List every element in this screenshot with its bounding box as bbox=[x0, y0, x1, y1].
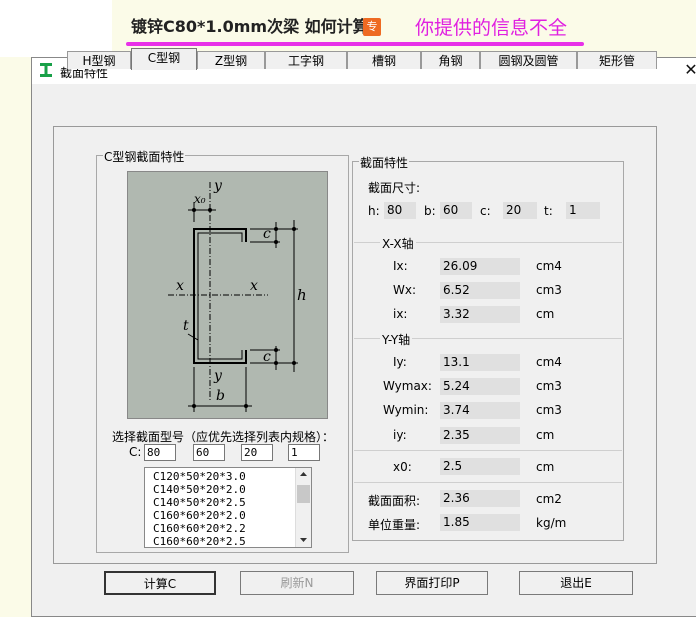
xx-title: X-X轴 bbox=[380, 235, 416, 252]
diagram-label-c-bottom: c bbox=[263, 349, 271, 365]
area-divider bbox=[354, 482, 622, 483]
list-item[interactable]: C140*50*20*2.0 bbox=[153, 483, 246, 496]
diagram-label-x-right: x bbox=[250, 278, 258, 294]
refresh-button[interactable]: 刷新N bbox=[240, 571, 354, 595]
diagram-label-y-top: y bbox=[214, 178, 222, 194]
print-button[interactable]: 界面打印P bbox=[376, 571, 488, 595]
tab-h-steel[interactable]: H型钢 bbox=[67, 51, 131, 69]
tab-rect-tube[interactable]: 矩形管 bbox=[577, 51, 657, 69]
wx-label: Wx: bbox=[393, 283, 417, 297]
ix-radius-value: 3.32 bbox=[440, 306, 520, 323]
calculate-button[interactable]: 计算C bbox=[104, 571, 216, 595]
weight-label: 单位重量: bbox=[368, 518, 421, 532]
tab-c-steel[interactable]: C型钢 bbox=[131, 48, 197, 70]
exit-button[interactable]: 退出E bbox=[519, 571, 633, 595]
wx-value: 6.52 bbox=[440, 282, 520, 299]
dim-h-value: 80 bbox=[384, 202, 416, 219]
wymin-value: 3.74 bbox=[440, 402, 520, 419]
diagram-label-h: h bbox=[297, 286, 307, 304]
weight-unit: kg/m bbox=[536, 516, 567, 530]
tab-z-steel[interactable]: Z型钢 bbox=[197, 51, 265, 69]
list-item[interactable]: C160*60*20*2.2 bbox=[153, 522, 246, 535]
ix-value: 26.09 bbox=[440, 258, 520, 275]
ix-radius-unit: cm bbox=[536, 307, 555, 321]
iy-label: Iy: bbox=[393, 355, 407, 369]
c-section-diagram: y x₀ c x x h t c y b bbox=[127, 171, 328, 419]
diagram-label-x-left: x bbox=[176, 278, 184, 294]
area-label: 截面面积: bbox=[368, 494, 421, 508]
dim-c-value: 20 bbox=[503, 202, 537, 219]
scrollbar-graphic bbox=[297, 472, 310, 542]
close-button[interactable]: ✕ bbox=[682, 60, 696, 80]
tab-angle[interactable]: 角钢 bbox=[421, 51, 480, 69]
dim-b-label: b: bbox=[424, 204, 436, 218]
x0-label: x0: bbox=[393, 460, 412, 474]
wx-unit: cm3 bbox=[536, 283, 562, 297]
dim-t-label: t: bbox=[544, 204, 553, 218]
select-section-prompt: 选择截面型号（应优先选择列表内规格）： bbox=[112, 430, 335, 444]
area-value: 2.36 bbox=[440, 490, 520, 507]
tab-round-pipe[interactable]: 圆钢及圆管 bbox=[480, 51, 577, 69]
ix-unit: cm4 bbox=[536, 259, 562, 273]
section-listbox[interactable]: C120*50*20*3.0 C140*50*20*2.0 C140*50*20… bbox=[144, 467, 312, 548]
diagram-label-b: b bbox=[216, 388, 225, 404]
area-unit: cm2 bbox=[536, 492, 562, 506]
listbox-scrollbar[interactable] bbox=[295, 468, 311, 547]
yy-title: Y-Y轴 bbox=[380, 331, 413, 348]
input-b[interactable] bbox=[193, 444, 225, 461]
list-item[interactable]: C160*60*20*2.0 bbox=[153, 509, 246, 522]
tab-channel[interactable]: 槽钢 bbox=[347, 51, 421, 69]
c-steel-group-label: C型钢截面特性 bbox=[103, 148, 186, 165]
wymin-label: Wymin: bbox=[383, 403, 429, 417]
wymax-value: 5.24 bbox=[440, 378, 520, 395]
x0-divider bbox=[354, 450, 622, 451]
diagram-label-x0: x₀ bbox=[194, 192, 206, 206]
x0-unit: cm bbox=[536, 460, 555, 474]
banner-left-margin bbox=[0, 0, 112, 57]
properties-group-label: 截面特性 bbox=[359, 154, 410, 171]
c-label: C: bbox=[129, 445, 142, 459]
ix-radius-label: ix: bbox=[393, 307, 408, 321]
input-t[interactable] bbox=[288, 444, 320, 461]
wymax-unit: cm3 bbox=[536, 379, 562, 393]
answer-text: 你提供的信息不全 bbox=[415, 17, 568, 39]
expert-badge: 专 bbox=[363, 18, 381, 36]
diagram-label-c-top: c bbox=[263, 226, 271, 242]
iy-radius-unit: cm bbox=[536, 428, 555, 442]
i-beam-icon bbox=[40, 63, 52, 77]
question-banner: 镀锌C80*1.0mm次梁 如何计算 专 你提供的信息不全 bbox=[0, 0, 696, 57]
dims-title: 截面尺寸: bbox=[368, 181, 421, 195]
diagram-label-y-bottom: y bbox=[214, 368, 222, 384]
iy-radius-label: iy: bbox=[393, 428, 407, 442]
wymax-label: Wymax: bbox=[383, 379, 432, 393]
weight-value: 1.85 bbox=[440, 514, 520, 531]
dim-c-label: c: bbox=[480, 204, 491, 218]
input-c[interactable] bbox=[241, 444, 273, 461]
x0-value: 2.5 bbox=[440, 458, 520, 475]
iy-value: 13.1 bbox=[440, 354, 520, 371]
ix-label: Ix: bbox=[393, 259, 408, 273]
list-item[interactable]: C160*60*20*2.5 bbox=[153, 535, 246, 547]
diagram-label-t: t bbox=[183, 318, 189, 334]
answer-underline bbox=[126, 42, 584, 46]
iy-unit: cm4 bbox=[536, 355, 562, 369]
list-item[interactable]: C120*50*20*3.0 bbox=[153, 470, 246, 483]
list-item[interactable]: C140*50*20*2.5 bbox=[153, 496, 246, 509]
question-title[interactable]: 镀锌C80*1.0mm次梁 如何计算 bbox=[131, 13, 369, 37]
dim-t-value: 1 bbox=[566, 202, 600, 219]
dim-h-label: h: bbox=[368, 204, 380, 218]
input-h[interactable] bbox=[144, 444, 176, 461]
tab-i-beam[interactable]: 工字钢 bbox=[265, 51, 347, 69]
wymin-unit: cm3 bbox=[536, 403, 562, 417]
iy-radius-value: 2.35 bbox=[440, 427, 520, 444]
dim-b-value: 60 bbox=[440, 202, 472, 219]
